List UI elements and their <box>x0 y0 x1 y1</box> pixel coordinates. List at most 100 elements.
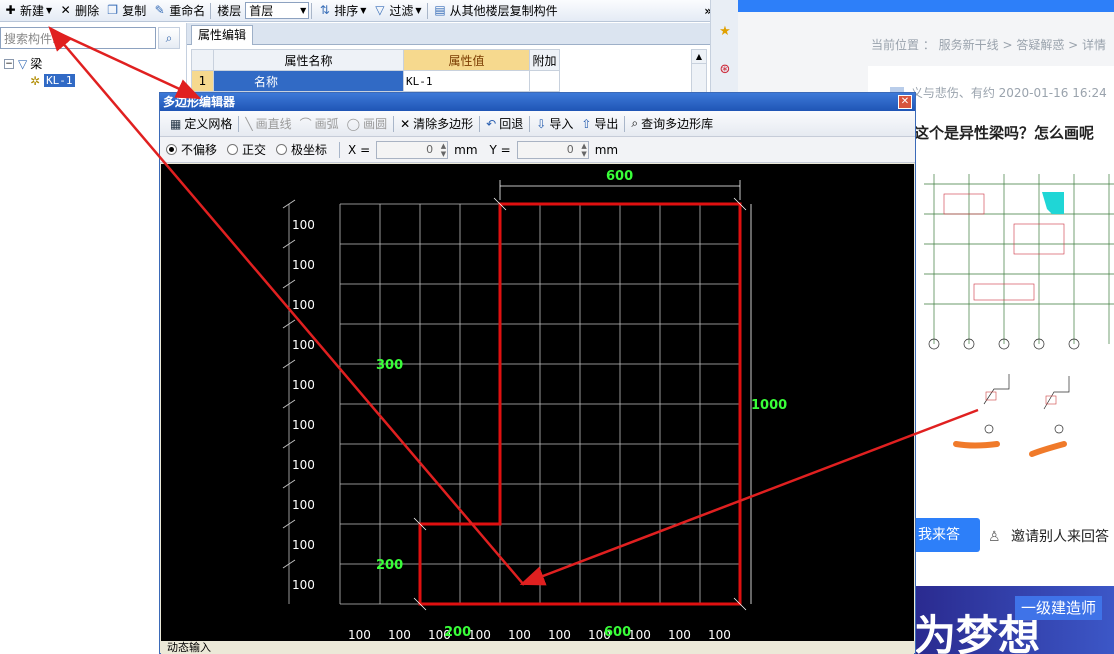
person-icon: ♙ <box>988 529 1001 545</box>
scroll-up-icon[interactable]: ▲ <box>692 50 706 64</box>
y-coordinate-input[interactable]: 0 ▲ ▼ <box>516 140 589 159</box>
invite-answer-link[interactable]: ♙ 邀请别人来回答 <box>988 526 1109 546</box>
dimension-label-top: 600 <box>606 169 633 184</box>
toolbar-separator <box>479 115 481 132</box>
toolbar-separator <box>311 2 313 19</box>
import-button[interactable]: ⇩ 导入 <box>532 115 577 132</box>
import-icon: ⇩ <box>536 116 547 131</box>
column-header-extra: 附加 <box>529 49 560 71</box>
row-dimension-label: 100 <box>292 378 315 392</box>
tree-node-kl1[interactable]: ✲ KL-1 <box>30 72 184 89</box>
radio-checked-icon <box>166 144 177 155</box>
dialog-title: 多边形编辑器 <box>163 95 236 109</box>
draw-arc-button[interactable]: ⌒ 画弧 <box>296 115 343 132</box>
x-coordinate-input[interactable]: 0 ▲ ▼ <box>376 140 449 159</box>
polygon-drawing-canvas[interactable]: 100 100 100 100 100 100 100 100 100 100 100 100 100 1… <box>161 164 914 642</box>
arc-icon: ⌒ <box>299 117 312 131</box>
undo-button[interactable]: ↶ 回退 <box>482 115 527 132</box>
row-dimension-label: 100 <box>292 258 315 272</box>
extra-cell[interactable] <box>529 70 560 92</box>
weibo-icon[interactable]: ⊛ <box>717 62 733 78</box>
question-image[interactable] <box>914 164 1114 464</box>
delete-icon: ✕ <box>60 3 71 17</box>
tab-property-edit[interactable]: 属性编辑 <box>191 25 254 45</box>
grid-svg[interactable]: 100 100 100 100 100 100 100 100 100 100 100 100 100 1… <box>161 164 914 642</box>
component-toolbar: ✚ 新建 ▼ ✕ 删除 ❐ 复制 ✎ 重命名 楼层 首层 ▼ ⇅ 排序 ▼ ▽ <box>0 0 716 22</box>
chevron-down-icon: ▼ <box>46 6 53 15</box>
chevron-down-icon: ▼ <box>300 6 307 15</box>
answer-button[interactable]: 我来答 <box>914 518 980 552</box>
grid-icon: ▦ <box>170 116 182 131</box>
table-row[interactable]: 1 名称 KL-1 <box>191 70 560 92</box>
dimension-label-left-upper: 300 <box>376 358 403 373</box>
export-button[interactable]: ⇧ 导出 <box>577 115 622 132</box>
spinner-icon[interactable]: ▲ ▼ <box>581 142 586 158</box>
column-dimension-label: 100 <box>668 628 691 642</box>
no-offset-radio[interactable]: 不偏移 <box>166 141 217 158</box>
x-label: X = <box>348 142 371 157</box>
draw-circle-button[interactable]: ◯ 画圆 <box>343 115 391 132</box>
toolbar-separator <box>426 2 428 19</box>
toolbar-separator <box>624 115 626 132</box>
copy-icon: ❐ <box>107 3 119 17</box>
copy-floor-icon: ▤ <box>434 3 446 17</box>
dialog-titlebar[interactable]: 多边形编辑器 ✕ <box>160 93 915 111</box>
row-dimension-label: 100 <box>292 298 315 312</box>
polar-radio[interactable]: 极坐标 <box>276 141 327 158</box>
y-unit-label: mm <box>594 142 619 157</box>
spinner-icon[interactable]: ▲ ▼ <box>441 142 446 158</box>
promo-banner[interactable]: 为梦想 一级建造师 <box>914 586 1114 654</box>
y-label: Y = <box>489 142 511 157</box>
row-dimension-label: 100 <box>292 218 315 232</box>
define-grid-button[interactable]: ▦ 定义网格 <box>166 115 236 132</box>
column-dimension-label: 100 <box>388 628 411 642</box>
column-dimension-label: 100 <box>628 628 651 642</box>
draw-line-button[interactable]: ╲ 画直线 <box>241 115 295 132</box>
x-unit-label: mm <box>454 142 478 157</box>
floor-label: 楼层 <box>217 4 242 18</box>
clear-polygon-button[interactable]: ✕ 清除多边形 <box>396 115 477 132</box>
tree-node-beam[interactable]: − ▽ 梁 <box>4 55 184 72</box>
rename-icon: ✎ <box>154 3 165 17</box>
close-icon: ✕ <box>900 96 910 107</box>
sort-button[interactable]: ⇅ 排序 ▼ <box>314 1 369 21</box>
floor-select[interactable]: 首层 ▼ <box>245 2 310 19</box>
sort-icon: ⇅ <box>319 3 330 17</box>
close-button[interactable]: ✕ <box>898 95 912 109</box>
row-dimension-label: 100 <box>292 458 315 472</box>
new-button[interactable]: ✚ 新建 ▼ <box>0 1 55 21</box>
filter-button[interactable]: ▽ 过滤 ▼ <box>369 1 424 21</box>
breadcrumb: 当前位置 ： 服务新干线 > 答疑解惑 > 详情 <box>871 38 1106 52</box>
orthogonal-radio[interactable]: 正交 <box>227 141 266 158</box>
dimension-label-bottom-right: 600 <box>604 625 631 640</box>
toolbar-separator <box>339 141 341 158</box>
component-search-input[interactable]: 搜索构件... <box>0 27 156 49</box>
table-header-row: 属性名称 属性值 附加 <box>191 49 560 71</box>
search-icon: ⌕ <box>165 31 173 45</box>
toolbar-separator <box>393 115 395 132</box>
star-icon[interactable]: ★ <box>717 24 733 40</box>
search-button[interactable]: ⌕ <box>158 27 180 49</box>
delete-button[interactable]: ✕ 删除 <box>55 1 102 21</box>
dynamic-input-status[interactable]: 动态输入 <box>161 641 914 654</box>
radio-unchecked-icon <box>276 144 288 155</box>
undo-icon: ↶ <box>486 116 497 131</box>
property-table: 属性名称 属性值 附加 1 名称 KL-1 <box>191 49 560 92</box>
copy-button[interactable]: ❐ 复制 <box>102 1 149 21</box>
rename-button[interactable]: ✎ 重命名 <box>149 1 208 21</box>
row-dimension-label: 100 <box>292 578 315 592</box>
radio-unchecked-icon <box>227 144 239 155</box>
chevron-down-icon: ▼ <box>360 6 367 15</box>
draw-options-bar: 不偏移 正交 极坐标 X = 0 ▲ ▼ mm Y = 0 ▲ ▼ mm <box>160 137 915 163</box>
collapse-icon[interactable]: − <box>4 58 14 69</box>
circle-icon: ◯ <box>346 116 361 131</box>
component-tree: − ▽ 梁 ✲ KL-1 <box>4 55 184 89</box>
query-library-button[interactable]: ⌕ 查询多边形库 <box>627 115 717 132</box>
dimension-label-right: 1000 <box>751 398 787 413</box>
copy-from-floor-button[interactable]: ▤ 从其他楼层复制构件 <box>430 1 561 21</box>
clear-icon: ✕ <box>400 116 411 131</box>
row-dimension-label: 100 <box>292 338 315 352</box>
column-dimension-label: 100 <box>708 628 731 642</box>
polygon-editor-dialog: 多边形编辑器 ✕ ▦ 定义网格 ╲ 画直线 ⌒ 画弧 ◯ 画圆 ✕ 清除多边形 … <box>159 92 916 654</box>
site-header-bar <box>738 0 1114 12</box>
